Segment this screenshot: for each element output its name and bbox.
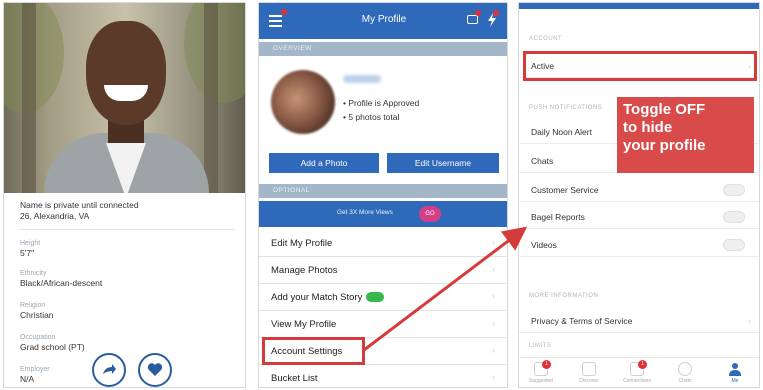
connections-icon: 1 bbox=[630, 360, 647, 376]
menu-edit-profile[interactable]: Edit My Profile › bbox=[259, 230, 507, 257]
avatar bbox=[271, 70, 335, 134]
top-bar-strip bbox=[519, 3, 759, 9]
status-approved: • Profile is Approved bbox=[343, 98, 420, 108]
top-bar: My Profile bbox=[259, 3, 507, 39]
person-icon bbox=[729, 363, 741, 376]
name-line: Name is private until connected bbox=[20, 200, 139, 210]
toggle-switch[interactable] bbox=[723, 211, 745, 223]
privacy-terms-row[interactable]: Privacy & Terms of Service › bbox=[519, 309, 759, 333]
menu-bucket-list[interactable]: Bucket List › bbox=[259, 365, 507, 387]
chevron-right-icon: › bbox=[492, 291, 495, 301]
nav-suggested[interactable]: 1 Suggested bbox=[521, 360, 561, 384]
promo-go-button[interactable]: GO bbox=[419, 206, 441, 222]
name-location-block: Name is private until connected 26, Alex… bbox=[20, 200, 235, 222]
callout-annotation: Toggle OFF to hide your profile bbox=[617, 97, 754, 173]
chevron-right-icon: › bbox=[748, 316, 751, 326]
chat-icon[interactable] bbox=[467, 15, 478, 24]
promo-text: Get 3X More Views bbox=[337, 209, 393, 216]
edit-username-button[interactable]: Edit Username bbox=[387, 153, 499, 173]
toggle-switch[interactable] bbox=[723, 184, 745, 196]
toggle-row-bagel-reports: Bagel Reports bbox=[519, 205, 759, 229]
add-photo-button[interactable]: Add a Photo bbox=[269, 153, 379, 173]
lightning-badge bbox=[493, 10, 499, 16]
account-header: ACCOUNT bbox=[529, 36, 563, 42]
chevron-right-icon: › bbox=[492, 237, 495, 247]
promo-banner[interactable]: Get 3X More Views GO bbox=[259, 201, 507, 227]
more-information-header: MORE INFORMATION bbox=[529, 293, 599, 299]
chevron-right-icon: › bbox=[492, 264, 495, 274]
my-profile-panel: My Profile OVERVIEW • Profile is Approve… bbox=[258, 2, 508, 388]
toggle-switch[interactable] bbox=[723, 239, 745, 251]
location-line: 26, Alexandria, VA bbox=[20, 211, 90, 221]
menu-match-story[interactable]: Add your Match Story › bbox=[259, 284, 507, 311]
divider bbox=[20, 229, 235, 230]
profile-photo bbox=[4, 3, 245, 193]
menu-view-profile[interactable]: View My Profile › bbox=[259, 311, 507, 338]
like-button[interactable] bbox=[138, 353, 172, 387]
chat-bubble-icon bbox=[678, 362, 692, 376]
heart-icon bbox=[147, 363, 163, 376]
chevron-right-icon: › bbox=[492, 372, 495, 382]
field-religion: Religion Christian bbox=[20, 302, 54, 320]
push-notifications-header: PUSH NOTIFICATIONS bbox=[529, 105, 603, 111]
field-occupation: Occupation Grad school (PT) bbox=[20, 334, 85, 352]
highlight-box-active bbox=[523, 51, 757, 81]
limits-header: LIMITS bbox=[529, 343, 552, 349]
field-height: Height 5'7" bbox=[20, 240, 41, 258]
toggle-row-videos: Videos bbox=[519, 233, 759, 257]
bottom-nav: 1 Suggested Discover 1 Connections Chats… bbox=[519, 357, 759, 387]
nav-me[interactable]: Me bbox=[715, 362, 755, 384]
suggested-icon: 1 bbox=[534, 360, 551, 376]
blurred-username bbox=[343, 75, 381, 83]
highlight-box-account-settings bbox=[262, 337, 365, 365]
field-ethnicity: Ethnicity Black/African-descent bbox=[20, 270, 103, 288]
chevron-right-icon: › bbox=[492, 345, 495, 355]
overview-header: OVERVIEW bbox=[259, 42, 507, 56]
nav-connections[interactable]: 1 Connections bbox=[617, 360, 657, 384]
share-arrow-icon bbox=[103, 364, 116, 374]
status-photos: • 5 photos total bbox=[343, 112, 400, 122]
nav-chats[interactable]: Chats bbox=[665, 362, 705, 384]
profile-view-panel: Name is private until connected 26, Alex… bbox=[3, 2, 246, 388]
new-badge bbox=[366, 292, 385, 303]
chat-badge bbox=[475, 10, 481, 16]
menu-manage-photos[interactable]: Manage Photos › bbox=[259, 257, 507, 284]
share-button[interactable] bbox=[92, 353, 126, 387]
optional-header: OPTIONAL bbox=[259, 184, 507, 198]
account-settings-panel: ACCOUNT Active › PUSH NOTIFICATIONS Dail… bbox=[518, 2, 760, 388]
toggle-row-customer-service: Customer Service bbox=[519, 178, 759, 202]
discover-icon bbox=[582, 362, 596, 376]
chevron-right-icon: › bbox=[492, 318, 495, 328]
field-employer: Employer N/A bbox=[20, 366, 50, 384]
nav-discover[interactable]: Discover bbox=[569, 362, 609, 384]
